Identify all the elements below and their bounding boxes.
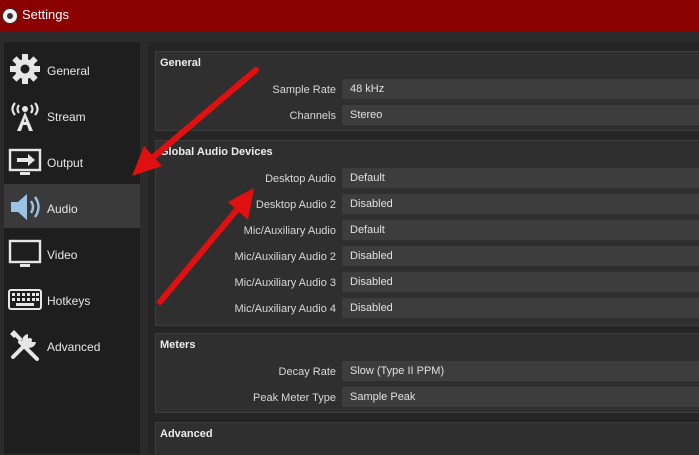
obs-logo-icon bbox=[2, 8, 18, 24]
decay-rate-dropdown[interactable]: Slow (Type II PPM) bbox=[342, 361, 699, 381]
sidebar-item-label: Stream bbox=[47, 110, 86, 124]
sidebar-item-stream[interactable]: Stream bbox=[4, 92, 140, 136]
gear-icon bbox=[10, 54, 40, 84]
sidebar-item-label: Video bbox=[47, 248, 78, 262]
mic-aux-audio-2-dropdown[interactable]: Disabled bbox=[342, 246, 699, 266]
group-title: Advanced bbox=[160, 428, 213, 440]
sample-rate-dropdown[interactable]: 48 kHz bbox=[342, 79, 699, 99]
desktop-audio-2-label: Desktop Audio 2 bbox=[255, 199, 336, 211]
sidebar-item-advanced[interactable]: Advanced bbox=[4, 322, 140, 366]
monitor-icon bbox=[8, 239, 42, 267]
sidebar-item-hotkeys[interactable]: Hotkeys bbox=[4, 276, 140, 320]
sidebar-item-label: Audio bbox=[47, 202, 78, 216]
dropdown-value: Sample Peak bbox=[350, 391, 416, 403]
desktop-audio-dropdown[interactable]: Default bbox=[342, 168, 699, 188]
sidebar-item-video[interactable]: Video bbox=[4, 230, 140, 274]
window-title: Settings bbox=[22, 7, 69, 22]
antenna-icon bbox=[11, 102, 39, 131]
dropdown-value: 48 kHz bbox=[350, 83, 385, 95]
sidebar-item-output[interactable]: Output bbox=[4, 138, 140, 182]
sidebar-item-label: Advanced bbox=[47, 340, 101, 354]
sidebar-item-audio[interactable]: Audio bbox=[4, 184, 140, 228]
mic-aux-audio-dropdown[interactable]: Default bbox=[342, 220, 699, 240]
sidebar-item-label: Output bbox=[47, 156, 84, 170]
dropdown-value: Disabled bbox=[350, 302, 393, 314]
sidebar-item-label: Hotkeys bbox=[47, 294, 91, 308]
dropdown-value: Stereo bbox=[350, 109, 383, 121]
mic-aux-audio-2-label: Mic/Auxiliary Audio 2 bbox=[234, 251, 337, 263]
meters-group: Meters Decay Rate Slow (Type II PPM) Pea… bbox=[155, 333, 699, 413]
sidebar-item-label: General bbox=[47, 64, 90, 78]
group-title: General bbox=[160, 57, 201, 69]
dropdown-value: Disabled bbox=[350, 198, 393, 210]
peak-meter-type-dropdown[interactable]: Sample Peak bbox=[342, 387, 699, 407]
monitor-arrow-icon bbox=[8, 148, 42, 175]
mic-aux-audio-3-dropdown[interactable]: Disabled bbox=[342, 272, 699, 292]
mic-aux-audio-4-label: Mic/Auxiliary Audio 4 bbox=[234, 303, 337, 315]
advanced-group: Advanced bbox=[155, 422, 699, 455]
dropdown-value: Disabled bbox=[350, 276, 393, 288]
desktop-audio-label: Desktop Audio bbox=[265, 173, 336, 185]
global-audio-group: Global Audio Devices Desktop Audio Defau… bbox=[155, 140, 699, 326]
title-bar: Settings bbox=[0, 0, 699, 31]
mic-aux-audio-3-label: Mic/Auxiliary Audio 3 bbox=[234, 277, 337, 289]
settings-sidebar: General Stream Output Audio Video Hotkey… bbox=[4, 42, 140, 454]
general-group: General Sample Rate 48 kHz Channels Ster… bbox=[155, 51, 699, 131]
channels-label: Channels bbox=[289, 110, 336, 122]
mic-aux-audio-4-dropdown[interactable]: Disabled bbox=[342, 298, 699, 318]
sample-rate-label: Sample Rate bbox=[272, 84, 336, 96]
speaker-icon bbox=[11, 194, 40, 220]
mic-aux-audio-label: Mic/Auxiliary Audio bbox=[243, 225, 336, 237]
tools-icon bbox=[10, 330, 39, 361]
decay-rate-label: Decay Rate bbox=[278, 366, 336, 378]
desktop-audio-2-dropdown[interactable]: Disabled bbox=[342, 194, 699, 214]
sidebar-item-general[interactable]: General bbox=[4, 46, 140, 90]
dropdown-value: Default bbox=[350, 172, 385, 184]
keyboard-icon bbox=[8, 289, 42, 310]
dropdown-value: Slow (Type II PPM) bbox=[350, 365, 445, 377]
dropdown-value: Disabled bbox=[350, 250, 393, 262]
dropdown-value: Default bbox=[350, 224, 385, 236]
group-title: Global Audio Devices bbox=[160, 146, 273, 158]
group-title: Meters bbox=[160, 339, 196, 351]
peak-meter-type-label: Peak Meter Type bbox=[253, 392, 336, 404]
channels-dropdown[interactable]: Stereo bbox=[342, 105, 699, 125]
